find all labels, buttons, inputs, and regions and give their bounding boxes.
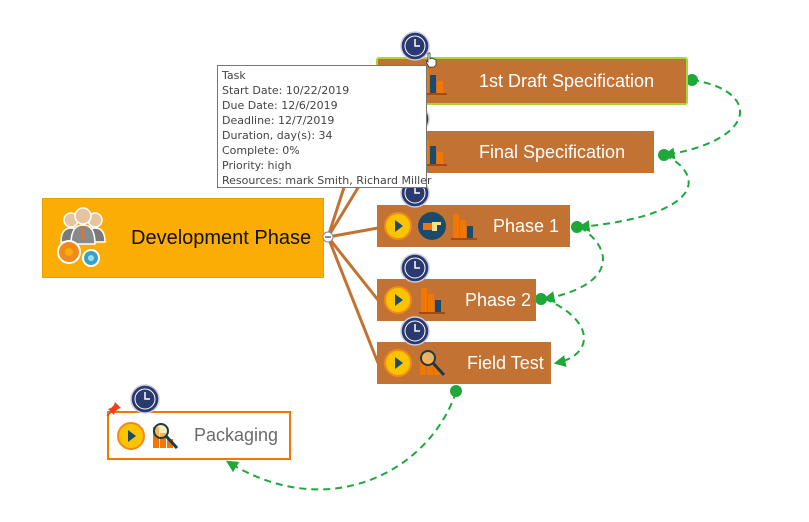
topic-label: 1st Draft Specification	[479, 70, 655, 91]
link-end-dot[interactable]	[535, 293, 547, 305]
tooltip-line: Start Date: 10/22/2019	[222, 84, 350, 97]
play-icon	[384, 349, 412, 377]
play-icon	[384, 286, 412, 314]
task-info-tooltip: Task Start Date: 10/22/2019 Due Date: 12…	[217, 65, 432, 188]
play-icon	[117, 421, 145, 450]
tooltip-line: Priority: high	[222, 159, 292, 172]
link-end-dot[interactable]	[658, 149, 670, 161]
branch-line	[326, 236, 380, 364]
tooltip-line: Complete: 0%	[222, 144, 300, 157]
pin-icon[interactable]	[106, 401, 122, 417]
topic-label: Packaging	[194, 425, 279, 445]
link-start-dot[interactable]	[686, 74, 698, 86]
clock-icon[interactable]	[400, 253, 430, 283]
topic-field-test[interactable]: Field Test	[377, 342, 551, 384]
floating-topic-packaging[interactable]: Packaging	[107, 411, 291, 460]
pointing-hand-icon	[418, 212, 446, 240]
mindmap-canvas[interactable]: Development Phase 1st Draft Specificatio…	[0, 0, 809, 522]
tooltip-line: Duration, day(s): 34	[222, 129, 333, 142]
chart-magnifier-icon	[420, 350, 446, 377]
bar-chart-icon	[419, 288, 445, 314]
clock-icon[interactable]	[130, 384, 160, 414]
root-topic-label: Development Phase	[131, 226, 312, 249]
bar-chart-icon	[451, 214, 477, 240]
play-icon	[384, 212, 412, 240]
root-topic[interactable]: Development Phase	[42, 198, 324, 278]
tooltip-line: Deadline: 12/7/2019	[222, 114, 335, 127]
link-start-dot[interactable]	[450, 385, 462, 397]
chart-magnifier-icon	[153, 422, 179, 449]
topic-label: Final Specification	[479, 141, 626, 162]
branch-line	[327, 226, 379, 239]
tooltip-line: Resources: mark Smith, Richard Miller	[222, 174, 432, 187]
tooltip-line: Task	[222, 69, 246, 82]
topic-phase-2[interactable]: Phase 2	[377, 279, 536, 321]
topic-label: Phase 1	[493, 215, 560, 236]
topic-phase-1[interactable]: Phase 1	[377, 205, 570, 247]
branch-line	[326, 236, 380, 301]
collapse-toggle-icon[interactable]	[322, 231, 334, 243]
clock-icon[interactable]	[400, 316, 430, 346]
link-end-dot[interactable]	[571, 221, 583, 233]
tooltip-line: Due Date: 12/6/2019	[222, 99, 338, 112]
team-gears-icon	[57, 207, 106, 267]
topic-label: Phase 2	[465, 289, 532, 310]
topic-label: Field Test	[467, 352, 544, 373]
